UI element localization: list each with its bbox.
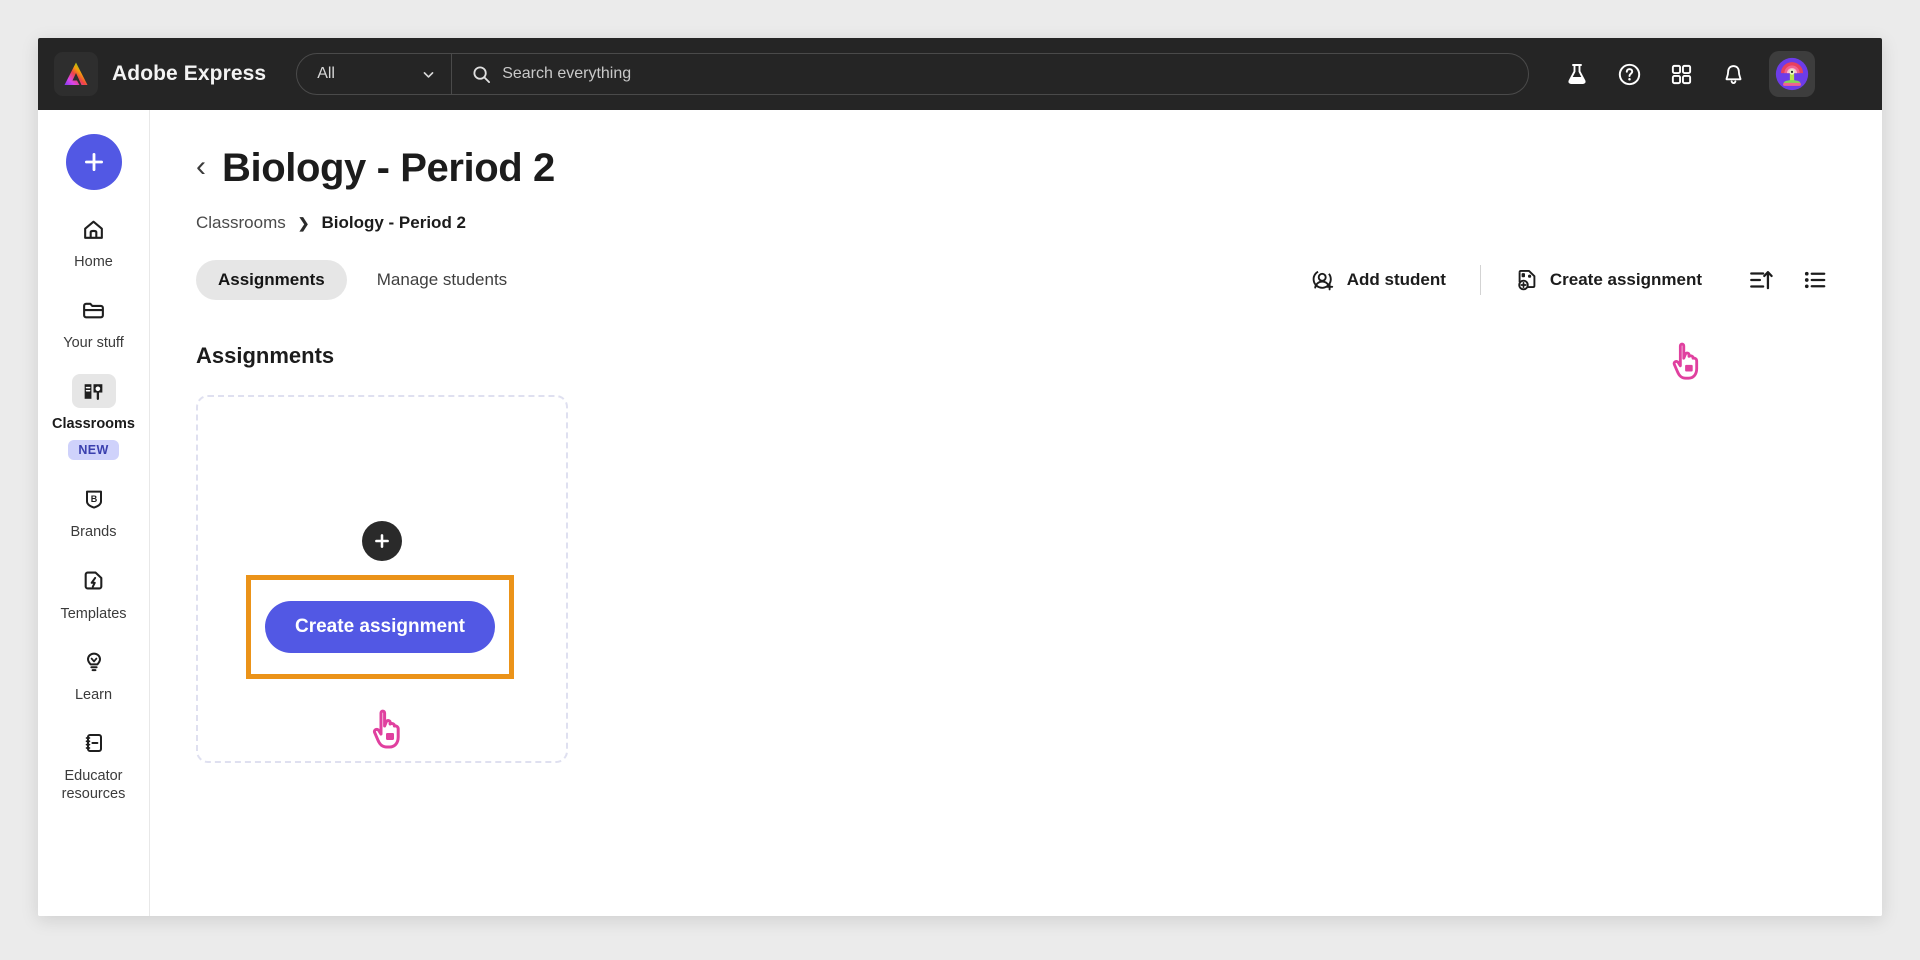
adobe-express-logo[interactable]	[54, 52, 98, 96]
assignments-grid: Create assignment	[196, 395, 1836, 763]
breadcrumb: Classrooms ❯ Biology - Period 2	[196, 213, 1836, 233]
toolbar-row: Assignments Manage students Add student	[196, 259, 1836, 301]
sidebar-item-label: Educator resources	[61, 767, 126, 802]
page-title: Biology - Period 2	[222, 146, 555, 190]
section-title: Assignments	[196, 343, 335, 368]
new-badge: NEW	[68, 440, 119, 461]
lightbulb-icon	[86, 652, 101, 671]
sidebar-item-your-stuff[interactable]: Your stuff	[46, 293, 142, 352]
add-person-icon	[1312, 269, 1333, 291]
search-scope-value: All	[317, 65, 335, 82]
avatar[interactable]	[1769, 51, 1816, 97]
add-document-icon	[1518, 269, 1536, 291]
sidebar-item-label: Templates	[60, 605, 127, 622]
plus-icon	[84, 153, 103, 171]
back-button[interactable]: ‹	[196, 151, 206, 182]
search-input[interactable]: Search everything	[452, 54, 1528, 94]
app-window: Adobe Express All Search everything Home…	[38, 38, 1882, 916]
sidebar-item-classrooms[interactable]: Classrooms NEW	[46, 374, 142, 461]
lightbulb-icon-box	[72, 645, 116, 679]
notebook-icon-box	[72, 726, 116, 760]
sidebar-item-learn[interactable]: Learn	[46, 645, 142, 704]
breadcrumb-current: Biology - Period 2	[321, 213, 467, 232]
apps-grid-icon[interactable]	[1659, 52, 1703, 96]
folder-icon	[83, 302, 104, 318]
sort-button[interactable]	[1740, 259, 1782, 301]
sidebar-item-label: Your stuff	[63, 335, 124, 352]
topbar-icon-group	[1555, 51, 1816, 97]
notebook-icon	[85, 733, 102, 752]
breadcrumb-separator-icon: ❯	[297, 214, 310, 231]
sidebar-item-label: Learn	[74, 686, 113, 703]
brand-name: Adobe Express	[112, 62, 267, 85]
svg-text:B: B	[90, 495, 97, 505]
chevron-down-icon	[423, 71, 434, 78]
sidebar: Home Your stuff Classrooms NEW B Brands …	[38, 110, 150, 916]
home-icon	[84, 220, 103, 239]
search-scope-dropdown[interactable]: All	[297, 54, 453, 94]
adobe-express-logo-icon	[64, 62, 88, 85]
sidebar-item-label: Brands	[70, 524, 117, 541]
sidebar-item-label: Home	[74, 254, 113, 270]
brands-icon-box: B	[72, 482, 116, 516]
search-icon	[473, 65, 491, 83]
user-avatar-icon	[1776, 57, 1809, 91]
home-icon-box	[72, 212, 116, 246]
top-bar: Adobe Express All Search everything	[38, 38, 1882, 110]
action-group: Add student Create assignment	[1296, 259, 1836, 301]
sidebar-item-templates[interactable]: Templates	[46, 564, 142, 623]
create-assignment-toolbar-label: Create assignment	[1549, 270, 1702, 289]
empty-assignment-card[interactable]: Create assignment	[196, 395, 568, 763]
plus-icon	[375, 534, 389, 548]
brands-icon: B	[85, 490, 102, 509]
create-assignment-toolbar-button[interactable]: Create assignment	[1499, 259, 1718, 301]
breadcrumb-link-classrooms[interactable]: Classrooms	[196, 213, 286, 233]
tab-manage-students[interactable]: Manage students	[355, 260, 529, 300]
sidebar-item-brands[interactable]: B Brands	[46, 482, 142, 541]
page-header: ‹ Biology - Period 2	[196, 146, 1836, 191]
add-student-label: Add student	[1346, 270, 1446, 289]
classrooms-icon	[84, 383, 103, 400]
list-view-button[interactable]	[1794, 259, 1836, 301]
bell-icon[interactable]	[1711, 52, 1755, 96]
main-content: ‹ Biology - Period 2 Classrooms ❯ Biolog…	[150, 110, 1882, 916]
folder-icon-box	[72, 293, 116, 327]
sort-ascending-icon	[1750, 271, 1773, 290]
sidebar-item-educator-resources[interactable]: Educator resources	[46, 726, 142, 803]
templates-icon	[84, 571, 103, 590]
add-student-button[interactable]: Add student	[1296, 259, 1462, 301]
help-icon[interactable]	[1607, 52, 1651, 96]
toolbar-divider	[1479, 265, 1481, 295]
templates-icon-box	[72, 564, 116, 598]
classrooms-icon-box	[71, 374, 116, 409]
tab-assignments[interactable]: Assignments	[196, 260, 347, 300]
tab-group: Assignments Manage students	[196, 260, 529, 300]
beaker-icon[interactable]	[1555, 52, 1599, 96]
create-assignment-button[interactable]: Create assignment	[264, 601, 496, 653]
create-new-button[interactable]	[65, 134, 122, 190]
search-bar[interactable]: All Search everything	[296, 53, 1530, 95]
add-assignment-plus-button[interactable]	[362, 521, 402, 561]
sidebar-item-label: Classrooms	[51, 416, 135, 433]
highlight-annotation-box: Create assignment	[246, 575, 514, 679]
sidebar-item-home[interactable]: Home	[46, 212, 142, 271]
list-view-icon	[1804, 271, 1826, 289]
search-placeholder: Search everything	[502, 65, 632, 82]
